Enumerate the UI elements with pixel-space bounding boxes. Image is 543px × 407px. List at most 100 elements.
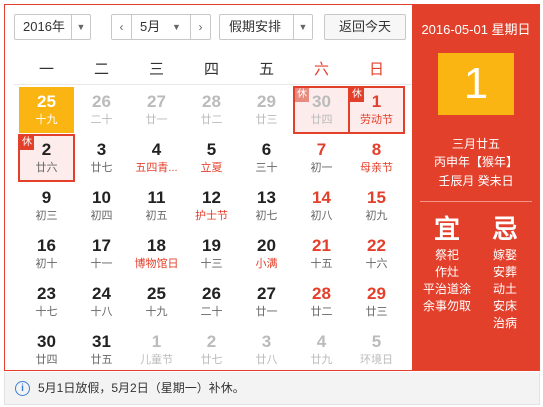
day-cell[interactable]: 31 廿五 xyxy=(74,327,129,373)
day-cell[interactable]: 7 初一 xyxy=(294,135,349,181)
lunar-or-festival-label: 劳动节 xyxy=(360,114,393,126)
holiday-select-value: 假期安排 xyxy=(229,19,282,34)
day-cell[interactable]: 19 十三 xyxy=(184,231,239,277)
lunar-or-festival-label: 十一 xyxy=(90,258,113,270)
day-number: 15 xyxy=(367,188,386,207)
day-cell[interactable]: 29 廿三 xyxy=(239,87,294,133)
weekday-header: 一 二 三 四 五 六 日 xyxy=(14,55,414,85)
lunar-or-festival-label: 十三 xyxy=(200,258,223,270)
day-cell[interactable]: 15 初九 xyxy=(349,183,404,229)
lunar-or-festival-label: 二十 xyxy=(90,114,113,126)
day-cell[interactable]: 30 廿四 xyxy=(19,327,74,373)
day-cell[interactable]: 25 十九 xyxy=(129,279,184,325)
day-number: 4 xyxy=(316,332,327,351)
day-number: 25 xyxy=(37,92,56,111)
day-cell[interactable]: 4 廿九 xyxy=(294,327,349,373)
day-number: 1 xyxy=(151,332,162,351)
lunar-or-festival-label: 十五 xyxy=(310,258,333,270)
lunar-or-festival-label: 廿二 xyxy=(200,114,223,126)
day-cell[interactable]: 10 初四 xyxy=(74,183,129,229)
day-number: 5 xyxy=(371,332,382,351)
day-number: 24 xyxy=(92,284,111,303)
chevron-down-icon: ▼ xyxy=(172,22,181,32)
day-cell[interactable]: 8 母亲节 xyxy=(349,135,404,181)
day-cell[interactable]: 13 初七 xyxy=(239,183,294,229)
lunar-or-festival-label: 博物馆日 xyxy=(134,258,179,270)
weekday-mon: 一 xyxy=(38,61,54,78)
day-number: 3 xyxy=(96,140,107,159)
lunar-or-festival-label: 廿三 xyxy=(365,306,388,318)
avoid-item: 动土 xyxy=(492,282,517,296)
calendar-grid: 25 十九 26 二十 27 廿一 28 廿二 29 廿三休 30 廿四休 1 劳动节休 2 廿六 3 廿七 4 五四… xyxy=(18,86,409,375)
day-number: 11 xyxy=(147,188,166,207)
avoid-list: 忌 嫁娶 安葬 动土 安床 治病 xyxy=(475,211,535,332)
weekday-sat: 六 xyxy=(313,61,329,78)
day-cell[interactable]: 2 廿七 xyxy=(184,327,239,373)
day-cell[interactable]: 14 初八 xyxy=(294,183,349,229)
day-number: 18 xyxy=(147,236,166,255)
lunar-or-festival-label: 廿一 xyxy=(145,114,168,126)
day-cell[interactable]: 26 二十 xyxy=(184,279,239,325)
month-select[interactable]: ‹ 5月 ▼ › xyxy=(111,14,211,40)
lunar-or-festival-label: 十六 xyxy=(365,258,388,270)
next-month-button[interactable]: › xyxy=(190,15,210,39)
day-cell[interactable]: 4 五四青... xyxy=(129,135,184,181)
day-cell[interactable]: 22 十六 xyxy=(349,231,404,277)
back-to-today-button[interactable]: 返回今天 xyxy=(324,14,406,40)
suitable-item: 余事勿取 xyxy=(422,299,471,313)
day-cell[interactable]: 5 环境日 xyxy=(349,327,404,373)
day-cell[interactable]: 25 十九 xyxy=(19,87,74,133)
lunar-or-festival-label: 十九 xyxy=(35,114,58,126)
day-number: 29 xyxy=(257,92,276,111)
lunar-or-festival-label: 初四 xyxy=(90,210,113,222)
day-cell[interactable]: 12 护士节 xyxy=(184,183,239,229)
day-cell[interactable]: 23 十七 xyxy=(19,279,74,325)
ganzhi-month-day: 壬辰月 癸未日 xyxy=(438,174,514,188)
day-cell[interactable]: 28 廿二 xyxy=(184,87,239,133)
day-number: 19 xyxy=(202,236,221,255)
day-cell[interactable]: 21 十五 xyxy=(294,231,349,277)
day-number: 12 xyxy=(202,188,221,207)
avoid-item: 嫁娶 xyxy=(492,248,517,262)
day-number: 28 xyxy=(312,284,331,303)
ganzhi-year: 丙申年【猴年】 xyxy=(433,155,518,169)
day-cell[interactable]: 5 立夏 xyxy=(184,135,239,181)
day-cell[interactable]: 3 廿八 xyxy=(239,327,294,373)
day-number: 29 xyxy=(367,284,386,303)
divider xyxy=(420,201,532,202)
suitable-item: 祭祀 xyxy=(434,248,459,262)
day-cell[interactable]: 6 三十 xyxy=(239,135,294,181)
day-cell[interactable]: 16 初十 xyxy=(19,231,74,277)
day-cell[interactable]: 3 廿七 xyxy=(74,135,129,181)
day-number: 21 xyxy=(312,236,331,255)
day-cell[interactable]: 1 儿童节 xyxy=(129,327,184,373)
prev-month-button[interactable]: ‹ xyxy=(112,15,132,39)
day-cell[interactable]: 20 小满 xyxy=(239,231,294,277)
day-cell[interactable]: 17 十一 xyxy=(74,231,129,277)
day-cell[interactable]: 28 廿二 xyxy=(294,279,349,325)
day-cell[interactable]: 休 2 廿六 xyxy=(18,134,75,182)
month-select-value: 5月 xyxy=(140,19,161,34)
day-number: 20 xyxy=(257,236,276,255)
holiday-select[interactable]: 假期安排 ▼ xyxy=(219,14,313,40)
lunar-or-festival-label: 廿四 xyxy=(310,114,333,126)
day-cell[interactable]: 27 廿一 xyxy=(239,279,294,325)
day-number: 13 xyxy=(257,188,276,207)
day-cell[interactable]: 休 30 廿四 xyxy=(293,86,350,134)
day-number: 31 xyxy=(92,332,111,351)
day-number: 16 xyxy=(37,236,56,255)
day-cell[interactable]: 24 十八 xyxy=(74,279,129,325)
day-number: 8 xyxy=(371,140,382,159)
day-cell[interactable]: 18 博物馆日 xyxy=(129,231,184,277)
day-cell[interactable]: 休 1 劳动节 xyxy=(348,86,405,134)
day-cell[interactable]: 29 廿三 xyxy=(349,279,404,325)
day-number: 26 xyxy=(202,284,221,303)
weekday-thu: 四 xyxy=(203,61,219,78)
day-cell[interactable]: 26 二十 xyxy=(74,87,129,133)
day-cell[interactable]: 11 初五 xyxy=(129,183,184,229)
day-cell[interactable]: 9 初三 xyxy=(19,183,74,229)
day-cell[interactable]: 27 廿一 xyxy=(129,87,184,133)
chevron-down-icon: ▼ xyxy=(293,15,312,39)
year-select[interactable]: 2016年 ▼ xyxy=(14,14,91,40)
suitable-item: 平治道涂 xyxy=(422,282,471,296)
